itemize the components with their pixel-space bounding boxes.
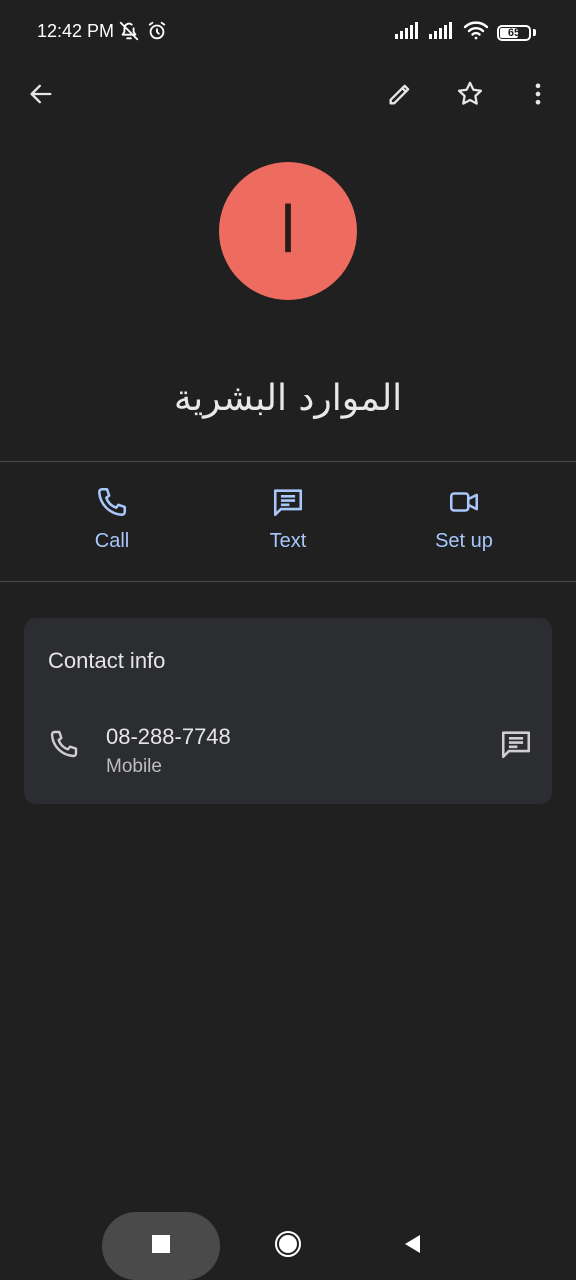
battery-tip (533, 29, 536, 36)
phone-number: 08-288-7748 (106, 724, 231, 749)
battery-level: 65 (507, 26, 521, 39)
call-button[interactable]: Call (42, 484, 182, 553)
contact-name: الموارد البشرية (173, 378, 403, 419)
wifi-icon (463, 20, 489, 45)
text-button[interactable]: Text (218, 484, 358, 553)
status-time: 12:42 PM (37, 21, 115, 41)
status-left-icons (118, 20, 168, 47)
call-label: Call (94, 530, 130, 552)
more-vert-icon (524, 80, 552, 113)
message-icon (499, 727, 533, 766)
back-triangle-icon (402, 1233, 422, 1260)
status-right-icons: 65 (395, 20, 536, 45)
contact-info-title: Contact info (48, 648, 166, 673)
status-bar: 12:42 PM 65 (0, 0, 576, 62)
send-message-button[interactable] (496, 726, 536, 766)
edit-button[interactable] (376, 72, 424, 120)
video-setup-button[interactable]: Set up (394, 484, 534, 553)
setup-label: Set up (435, 530, 493, 552)
back-arrow-icon (27, 80, 55, 113)
recents-square-icon (152, 1234, 170, 1258)
quick-actions: Call Text Set up (0, 462, 576, 580)
app-bar (0, 62, 576, 130)
home-circle-icon (274, 1230, 302, 1263)
alarm-icon (146, 20, 168, 47)
contact-info-card: Contact info 08-288-7748 Mobile (24, 618, 552, 804)
navigation-bar (0, 1210, 576, 1280)
edit-pencil-icon (386, 80, 414, 113)
favorite-button[interactable] (446, 72, 494, 120)
battery-icon: 65 (497, 24, 531, 41)
divider (0, 581, 576, 582)
home-button[interactable] (268, 1226, 308, 1266)
text-label: Text (269, 530, 307, 552)
back-button[interactable] (17, 72, 65, 120)
avatar-letter: ا (279, 194, 297, 268)
video-camera-icon (446, 484, 482, 520)
nav-back-button[interactable] (392, 1226, 432, 1266)
phone-icon (46, 726, 82, 762)
signal-icon (429, 21, 455, 44)
more-options-button[interactable] (514, 72, 562, 120)
star-icon (455, 79, 485, 114)
message-icon (270, 484, 306, 520)
phone-icon (94, 484, 130, 520)
phone-type: Mobile (106, 756, 162, 777)
phone-row[interactable]: 08-288-7748 Mobile (24, 714, 552, 786)
signal-icon (395, 21, 421, 44)
contact-avatar[interactable]: ا (219, 162, 357, 300)
mute-notifications-icon (118, 20, 140, 47)
recents-button[interactable] (102, 1212, 220, 1280)
